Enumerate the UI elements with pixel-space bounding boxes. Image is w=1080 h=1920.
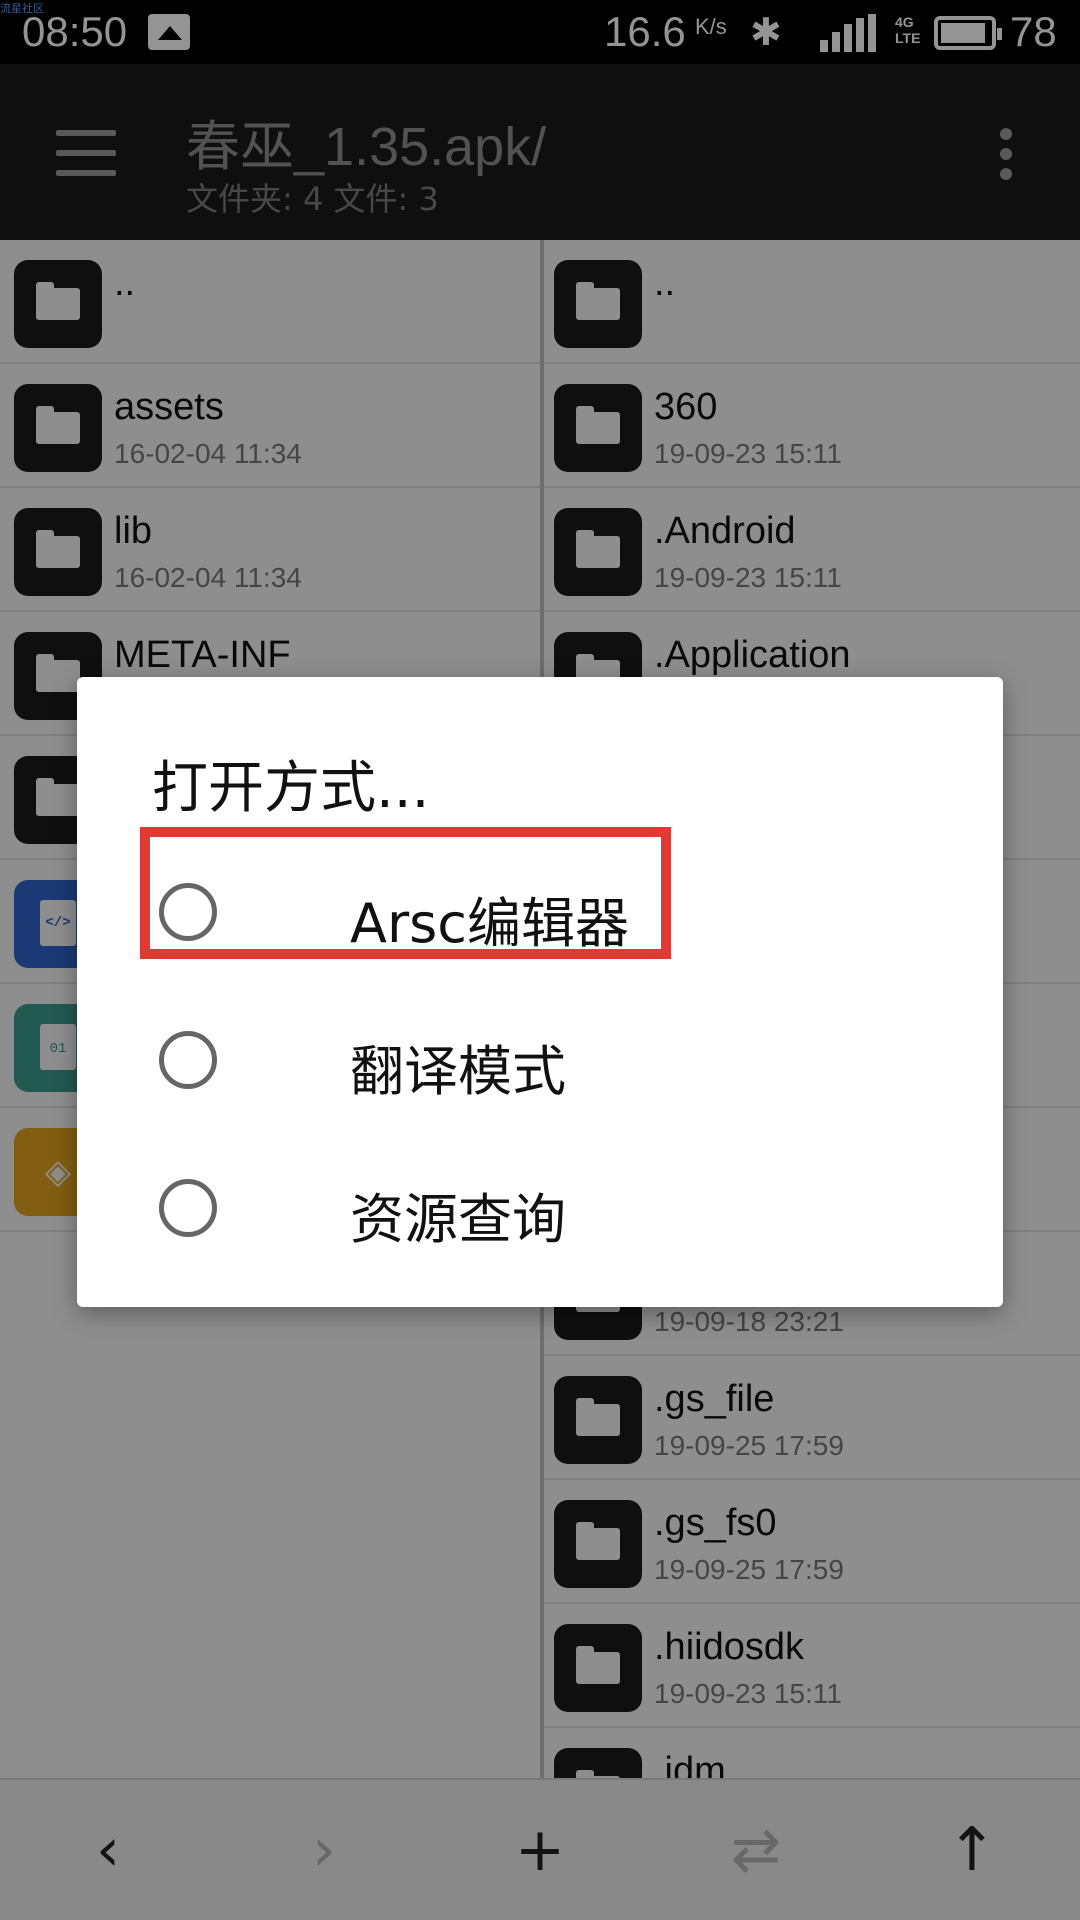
red-highlight-box [140, 827, 671, 959]
radio-button[interactable] [159, 1031, 217, 1089]
option-resource-lookup[interactable]: 资源查询 [127, 1147, 947, 1267]
open-with-dialog: 打开方式... Arsc编辑器 翻译模式 资源查询 [77, 677, 1003, 1307]
option-translate-mode[interactable]: 翻译模式 [127, 999, 947, 1119]
dialog-title: 打开方式... [152, 756, 430, 821]
radio-button[interactable] [159, 1179, 217, 1237]
option-label: 翻译模式 [350, 1040, 566, 1103]
option-label: 资源查询 [350, 1188, 566, 1251]
